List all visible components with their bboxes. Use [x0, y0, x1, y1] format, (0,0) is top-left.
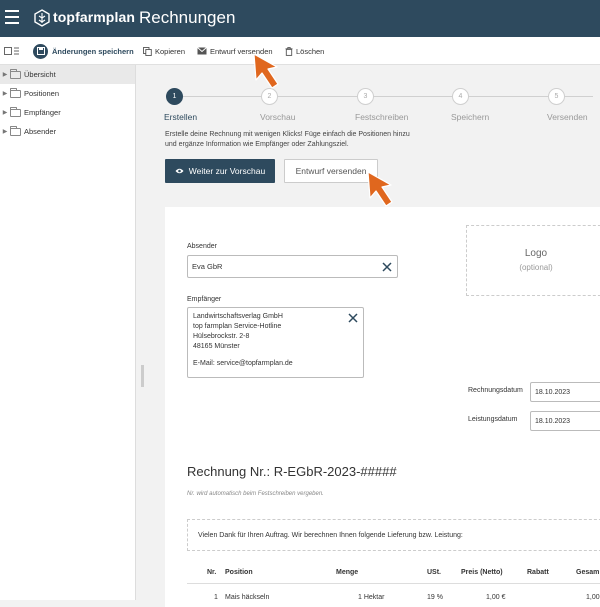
sidebar-item-recipients[interactable]: ▶ Empfänger — [0, 103, 135, 122]
recipient-label: Empfänger — [187, 296, 222, 303]
sender-value: Eva GbR — [192, 262, 223, 271]
recipient-line: Landwirtschaftsverlag GmbH — [193, 313, 283, 320]
sender-field[interactable]: Eva GbR — [187, 255, 398, 278]
intro-text: Erstelle deine Rechnung mit wenigen Klic… — [165, 130, 465, 150]
step-3-label: Festschreiben — [355, 112, 409, 122]
folder-icon — [10, 125, 21, 136]
copy-icon — [143, 46, 152, 56]
step-1-circle[interactable]: 1 — [166, 88, 183, 105]
step-4-label: Speichern — [451, 112, 490, 122]
copy-button[interactable]: Kopieren — [143, 37, 185, 65]
pointer-arrow-icon — [253, 53, 279, 89]
main-content: 1 2 3 4 5 Erstellen Vorschau Festschreib… — [145, 65, 600, 607]
clear-sender-icon[interactable] — [382, 262, 392, 272]
tree-toggle-icon[interactable] — [4, 46, 20, 56]
sender-label: Absender — [187, 243, 217, 250]
recipient-line: 48165 Münster — [193, 343, 240, 350]
invoice-date-label: Rechnungsdatum — [468, 387, 523, 394]
invoice-date-value: 18.10.2023 — [535, 388, 571, 396]
invoice-date-field[interactable]: 18.10.2023 — [530, 382, 600, 402]
recipient-line: E-Mail: service@topfarmplan.de — [193, 360, 293, 367]
save-changes-button[interactable]: Änderungen speichern — [33, 37, 134, 65]
step-5-label: Versenden — [547, 112, 588, 122]
caret-right-icon[interactable]: ▶ — [0, 90, 10, 97]
folder-icon — [10, 106, 21, 117]
copy-label: Kopieren — [155, 46, 186, 56]
envelope-icon — [197, 47, 207, 55]
step-2-label: Vorschau — [260, 112, 296, 122]
sidebar-item-positions[interactable]: ▶ Positionen — [0, 84, 135, 103]
intro-line-2: und ergänze Information wie Empfänger od… — [165, 141, 349, 148]
toolbar: Änderungen speichern Kopieren Entwurf ve… — [0, 37, 600, 65]
column-header-menge: Menge — [336, 569, 359, 576]
stepper-track — [183, 96, 593, 97]
intro-line-1: Erstelle deine Rechnung mit wenigen Klic… — [165, 131, 410, 138]
folder-icon — [10, 87, 21, 98]
pane-splitter-handle[interactable] — [141, 365, 144, 387]
sidebar-item-label: Absender — [24, 127, 57, 136]
column-header-ust: USt. — [427, 569, 441, 576]
clear-recipient-icon[interactable] — [348, 313, 358, 323]
invoice-number-hint: Nr. wird automatisch beim Festschreiben … — [187, 491, 324, 497]
column-header-preis: Preis (Netto) — [461, 569, 503, 576]
invoice-intro-text: Vielen Dank für Ihren Auftrag. Wir berec… — [198, 532, 463, 539]
delete-label: Löschen — [296, 46, 325, 56]
recipient-field[interactable]: Landwirtschaftsverlag GmbH top farmplan … — [187, 307, 364, 378]
trash-icon — [285, 46, 293, 56]
invoice-number-title: Rechnung Nr.: R-EGbR-2023-##### — [187, 464, 397, 479]
recipient-line: Hülsebrockstr. 2-8 — [193, 333, 250, 340]
caret-right-icon[interactable]: ▶ — [0, 128, 10, 135]
logo-optional-hint: (optional) — [519, 263, 553, 272]
save-changes-label: Änderungen speichern — [52, 46, 134, 56]
caret-right-icon[interactable]: ▶ — [0, 109, 10, 116]
column-header-gesamt: Gesam — [576, 569, 600, 576]
sidebar-item-label: Empfänger — [24, 108, 61, 117]
sidebar-item-label: Positionen — [24, 89, 60, 98]
page-title: Rechnungen — [139, 8, 236, 27]
sidebar-item-overview[interactable]: ▶ Übersicht — [0, 65, 135, 84]
step-3-circle[interactable]: 3 — [357, 88, 374, 105]
column-header-rabatt: Rabatt — [527, 569, 549, 576]
save-icon — [33, 43, 48, 59]
service-date-field[interactable]: 18.10.2023 — [530, 411, 600, 431]
app-header: topfarmplan Rechnungen — [0, 0, 600, 37]
invoice-card: Absender Eva GbR Empfänger Landwirtschaf… — [165, 207, 600, 607]
caret-right-icon[interactable]: ▶ — [0, 71, 10, 78]
step-5-circle[interactable]: 5 — [548, 88, 565, 105]
table-header-divider — [187, 583, 600, 584]
folder-icon — [10, 68, 21, 79]
step-4-circle[interactable]: 4 — [452, 88, 469, 105]
brand-name: topfarmplan — [53, 9, 135, 25]
brand-logo-icon — [34, 9, 50, 27]
delete-button[interactable]: Löschen — [285, 37, 324, 65]
hamburger-menu-icon[interactable] — [5, 10, 19, 24]
logo-title: Logo — [524, 248, 548, 259]
service-date-value: 18.10.2023 — [535, 417, 571, 425]
recipient-line: top farmplan Service-Hotline — [193, 323, 282, 330]
pointer-arrow-icon — [367, 171, 393, 207]
sidebar-tree: ▶ Übersicht ▶ Positionen ▶ Empfänger ▶ A… — [0, 65, 136, 600]
column-header-nr: Nr. — [207, 569, 217, 576]
step-1-label: Erstellen — [164, 112, 198, 122]
preview-button-label: Weiter zur Vorschau — [188, 166, 266, 176]
column-header-position: Position — [225, 569, 253, 576]
eye-icon — [175, 168, 184, 174]
invoice-intro-text-field[interactable]: Vielen Dank für Ihren Auftrag. Wir berec… — [187, 519, 600, 551]
sidebar-item-senders[interactable]: ▶ Absender — [0, 122, 135, 141]
sidebar-item-label: Übersicht — [24, 70, 56, 79]
preview-button[interactable]: Weiter zur Vorschau — [165, 159, 275, 183]
service-date-label: Leistungsdatum — [468, 416, 518, 423]
logo-upload-area[interactable]: Logo (optional) — [466, 225, 600, 296]
